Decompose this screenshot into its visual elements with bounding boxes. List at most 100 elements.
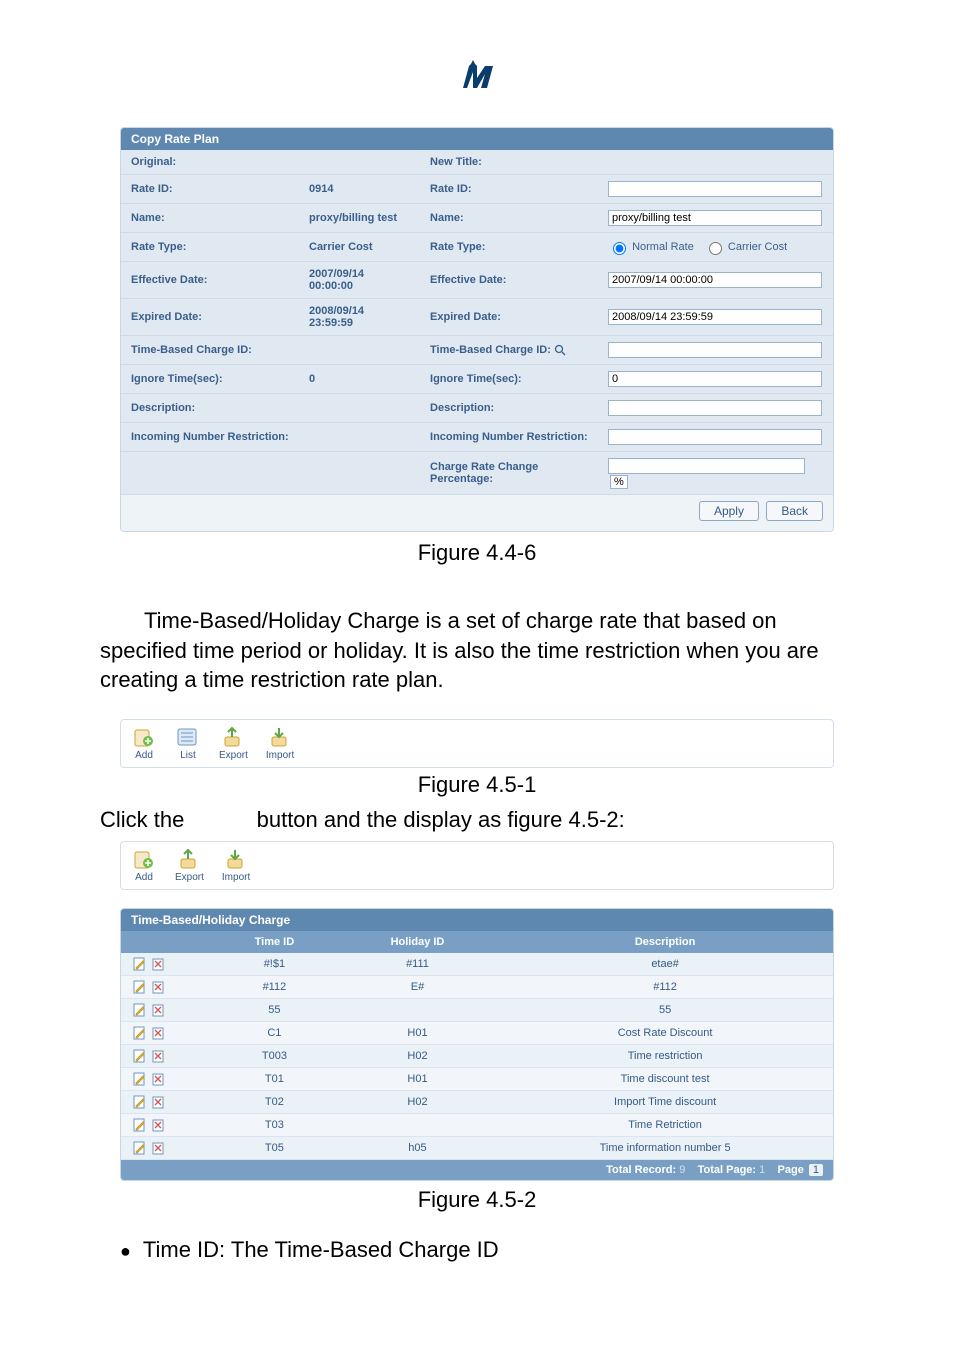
table-row: T01H01Time discount test <box>121 1068 833 1091</box>
cell-holiday <box>338 999 497 1022</box>
new-input-cell <box>598 150 833 175</box>
click-post: button and the display as figure 4.5-2: <box>257 807 625 832</box>
magnifier-icon[interactable] <box>554 344 566 356</box>
orig-value: Carrier Cost <box>299 233 420 262</box>
delete-icon[interactable] <box>151 1049 165 1063</box>
figure-caption-4-4-6: Figure 4.4-6 <box>0 540 954 566</box>
cell-desc: 55 <box>497 999 833 1022</box>
action-cell <box>121 1114 211 1137</box>
export-button[interactable]: Export <box>175 848 204 883</box>
cell-time: T003 <box>211 1045 338 1068</box>
action-cell <box>121 1022 211 1045</box>
cell-desc: Import Time discount <box>497 1091 833 1114</box>
bullet-icon: ● <box>120 1241 131 1261</box>
toolbar-a: Add List Export Import <box>120 719 834 768</box>
edit-icon[interactable] <box>133 980 147 994</box>
paragraph-time-based: Time-Based/Holiday Charge is a set of ch… <box>100 606 854 695</box>
action-cell <box>121 999 211 1022</box>
tool-label: Import <box>222 872 250 883</box>
cell-holiday: H02 <box>338 1045 497 1068</box>
orig-label: Expired Date: <box>121 299 299 336</box>
new-input-cell: Normal Rate Carrier Cost <box>598 233 833 262</box>
orig-label: Time-Based Charge ID: <box>121 336 299 365</box>
edit-icon[interactable] <box>133 1049 147 1063</box>
total-record-value: 9 <box>679 1164 685 1176</box>
add-button[interactable]: Add <box>131 726 157 761</box>
text-input[interactable] <box>608 429 822 445</box>
page-value[interactable]: 1 <box>809 1164 823 1176</box>
delete-icon[interactable] <box>151 1141 165 1155</box>
text-input[interactable] <box>608 210 822 226</box>
add-icon <box>131 848 157 870</box>
text-input[interactable] <box>608 309 822 325</box>
delete-icon[interactable] <box>151 957 165 971</box>
new-label: Incoming Number Restriction: <box>420 423 598 452</box>
export-button[interactable]: Export <box>219 726 248 761</box>
percentage-input[interactable] <box>608 458 805 474</box>
table-row: T03Time Retriction <box>121 1114 833 1137</box>
import-button[interactable]: Import <box>222 848 250 883</box>
edit-icon[interactable] <box>133 957 147 971</box>
delete-icon[interactable] <box>151 1118 165 1132</box>
orig-label: Rate Type: <box>121 233 299 262</box>
paragraph-text: Time-Based/Holiday Charge is a set of ch… <box>100 608 819 692</box>
col-actions <box>121 931 211 953</box>
back-button[interactable]: Back <box>766 501 823 521</box>
import-button[interactable]: Import <box>266 726 294 761</box>
col-holiday-id: Holiday ID <box>338 931 497 953</box>
apply-button[interactable]: Apply <box>699 501 759 521</box>
new-label: Effective Date: <box>420 262 598 299</box>
new-input-cell <box>598 299 833 336</box>
edit-icon[interactable] <box>133 1118 147 1132</box>
delete-icon[interactable] <box>151 1003 165 1017</box>
cell-time: C1 <box>211 1022 338 1045</box>
logo-text <box>455 60 499 97</box>
edit-icon[interactable] <box>133 1141 147 1155</box>
delete-icon[interactable] <box>151 1072 165 1086</box>
new-label: Expired Date: <box>420 299 598 336</box>
tbhc-grid: Time ID Holiday ID Description #!$1#111e… <box>121 931 833 1160</box>
bullet-time-id: ● Time ID: The Time-Based Charge ID <box>120 1237 834 1263</box>
percent-suffix: % <box>610 475 628 489</box>
new-label: Ignore Time(sec): <box>420 365 598 394</box>
normal-rate-radio[interactable] <box>613 242 626 255</box>
col-time-id: Time ID <box>211 931 338 953</box>
delete-icon[interactable] <box>151 1026 165 1040</box>
orig-label: Incoming Number Restriction: <box>121 423 299 452</box>
export-icon <box>176 848 202 870</box>
orig-value <box>299 394 420 423</box>
text-input[interactable] <box>608 272 822 288</box>
text-input[interactable] <box>608 342 822 358</box>
copy-rate-plan-panel: Copy Rate Plan Original:New Title:Rate I… <box>120 127 834 532</box>
carrier-cost-label: Carrier Cost <box>725 241 787 253</box>
export-icon <box>220 726 246 748</box>
text-input[interactable] <box>608 371 822 387</box>
cell-time: T02 <box>211 1091 338 1114</box>
delete-icon[interactable] <box>151 1095 165 1109</box>
edit-icon[interactable] <box>133 1003 147 1017</box>
new-input-cell <box>598 175 833 204</box>
carrier-cost-radio[interactable] <box>709 242 722 255</box>
total-page-value: 1 <box>759 1164 765 1176</box>
orig-value: 0 <box>299 365 420 394</box>
tool-label: Add <box>131 872 157 883</box>
tbhc-panel: Time-Based/Holiday Charge Time ID Holida… <box>120 908 834 1181</box>
figure-caption-4-5-2: Figure 4.5-2 <box>0 1187 954 1213</box>
edit-icon[interactable] <box>133 1095 147 1109</box>
delete-icon[interactable] <box>151 980 165 994</box>
col-description: Description <box>497 931 833 953</box>
action-cell <box>121 953 211 976</box>
text-input[interactable] <box>608 400 822 416</box>
edit-icon[interactable] <box>133 1072 147 1086</box>
tool-label: Import <box>266 750 294 761</box>
text-input[interactable] <box>608 181 822 197</box>
import-icon <box>223 848 249 870</box>
new-input-cell <box>598 336 833 365</box>
add-button[interactable]: Add <box>131 848 157 883</box>
bullet-text: Time ID: The Time-Based Charge ID <box>143 1237 499 1262</box>
orig-value <box>299 150 420 175</box>
list-button[interactable]: List <box>175 726 201 761</box>
cell-time: T01 <box>211 1068 338 1091</box>
edit-icon[interactable] <box>133 1026 147 1040</box>
tool-label: List <box>175 750 201 761</box>
